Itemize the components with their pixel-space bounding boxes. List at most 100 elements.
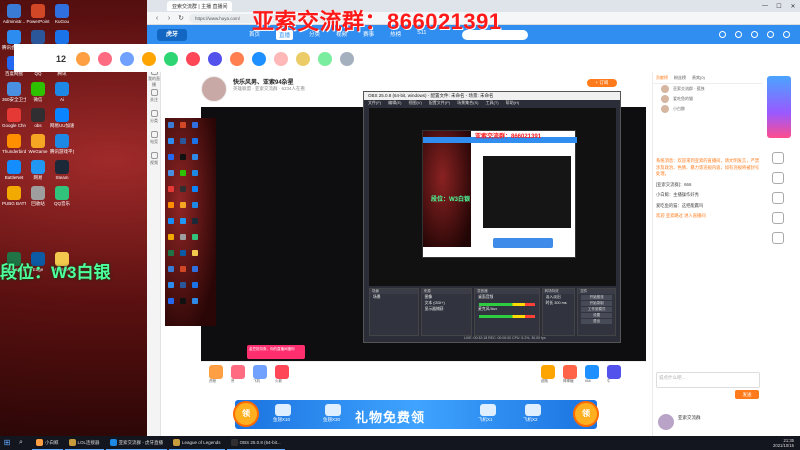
gift-icon[interactable] <box>253 365 267 379</box>
gift-icon[interactable] <box>231 365 245 379</box>
taskbar-app[interactable]: LOL连接器 <box>64 436 104 450</box>
desktop-icon[interactable]: 腾讯游戏平台 <box>50 134 74 154</box>
activity-icon[interactable] <box>120 52 135 66</box>
activity-icon[interactable] <box>340 52 355 66</box>
activity-icon[interactable] <box>186 52 201 66</box>
desktop-icon[interactable]: Administr... <box>2 4 26 24</box>
activity-icon[interactable] <box>274 52 289 66</box>
obs-control-button[interactable]: 开始录制 <box>581 301 612 306</box>
obs-menu-item[interactable]: 场景集合(S) <box>457 100 478 105</box>
streamer-avatar[interactable] <box>201 76 227 102</box>
obs-menu-item[interactable]: 文件(F) <box>368 100 381 105</box>
desktop-icon[interactable]: KuGou <box>50 4 74 24</box>
maximize-icon[interactable]: ☐ <box>772 3 786 10</box>
scene-item[interactable]: 场景 <box>370 294 418 300</box>
gift-icon[interactable] <box>275 365 289 379</box>
activity-icon[interactable] <box>98 52 113 66</box>
desktop-icon[interactable]: PUBG BATTLEGR... <box>2 186 26 206</box>
taskbar-app[interactable]: OBS 25.0.8 (64-bit... <box>226 436 285 450</box>
desktop-icon[interactable]: Ai <box>50 82 74 102</box>
transition-item[interactable]: 时长 300 ms <box>543 300 575 306</box>
history-icon[interactable] <box>719 31 726 38</box>
siderail-item[interactable]: 关注 <box>147 86 161 107</box>
desktop-icon[interactable]: PowerPoint <box>26 4 50 24</box>
gift-icon[interactable] <box>772 172 784 184</box>
desktop-icon[interactable]: 回收站 <box>26 186 50 206</box>
taskbar-app[interactable]: 小白鲸 <box>32 436 63 450</box>
desktop-icon[interactable]: Steam <box>50 160 74 180</box>
refresh-icon[interactable]: ↻ <box>177 14 185 22</box>
siderail-item[interactable]: 电竞 <box>147 128 161 149</box>
taskbar-app[interactable]: League of Legends <box>169 436 225 450</box>
obs-control-button[interactable]: 工作室模式 <box>581 307 612 312</box>
gift-icon[interactable] <box>209 365 223 379</box>
gift-icon[interactable] <box>541 365 555 379</box>
activity-icon[interactable] <box>252 52 267 66</box>
gift-icon[interactable] <box>585 365 599 379</box>
siderail-item[interactable]: 视频 <box>147 149 161 170</box>
coin-right-icon[interactable]: 领 <box>573 401 599 427</box>
activity-icon[interactable] <box>296 52 311 66</box>
system-tray[interactable]: 21:35 2021/10/15 <box>773 438 800 448</box>
browser-tab[interactable]: 亚索交流群 | 主播 直播间 <box>167 1 233 11</box>
desktop-icon[interactable]: Google Chrome <box>2 108 26 128</box>
close-icon[interactable]: ✕ <box>786 3 800 10</box>
ranking-row[interactable]: 小白鲸 <box>653 104 762 114</box>
activity-icon[interactable] <box>230 52 245 66</box>
settings-icon[interactable] <box>772 232 784 244</box>
send-button[interactable]: 发送 <box>735 390 759 399</box>
activity-icon[interactable] <box>318 52 333 66</box>
obs-control-button[interactable]: 开始推流 <box>581 295 612 300</box>
desktop-icon[interactable]: 网易 <box>26 160 50 180</box>
taskbar-app[interactable]: 亚索交流群 - 虎牙直播 <box>105 436 168 450</box>
start-icon[interactable]: ⊞ <box>0 436 14 450</box>
desktop-icon[interactable]: QQ音乐 <box>50 186 74 206</box>
share-icon[interactable] <box>772 152 784 164</box>
avatar[interactable] <box>783 31 790 38</box>
forward-icon[interactable]: › <box>165 15 173 22</box>
siderail-item[interactable]: 分类 <box>147 107 161 128</box>
obs-menu-item[interactable]: 帮助(H) <box>506 100 520 105</box>
gift-icon[interactable] <box>563 365 577 379</box>
side-ad[interactable] <box>767 76 791 138</box>
obs-control-button[interactable]: 设置 <box>581 313 612 318</box>
obs-preview[interactable]: 段位：W3白银 亚索交流群：866021391 <box>369 108 616 286</box>
message-icon[interactable] <box>767 31 774 38</box>
follow-icon[interactable] <box>735 31 742 38</box>
star-icon[interactable] <box>772 192 784 204</box>
desktop-icon[interactable]: 360安全卫士 <box>2 82 26 102</box>
obs-menu-item[interactable]: 视图(V) <box>408 100 421 105</box>
desktop-icon[interactable]: BattleNet <box>2 160 26 180</box>
back-icon[interactable]: ‹ <box>153 15 161 22</box>
ranking-row[interactable]: 爱吃鱼的猫 <box>653 94 762 104</box>
free-gift-banner[interactable]: 领 领 礼物免费领 鱼翅X10 鱼翅X30 飞机X1 飞机X2 <box>233 400 599 429</box>
activity-icon[interactable] <box>164 52 179 66</box>
coin-left-icon[interactable]: 领 <box>233 401 259 427</box>
chat-tab[interactable]: 粉丝榜 <box>674 75 686 83</box>
task-icon[interactable] <box>772 212 784 224</box>
chat-input[interactable]: 说点什么吧… <box>656 372 760 388</box>
search-icon[interactable]: ⌕ <box>14 439 28 447</box>
activity-icon[interactable] <box>142 52 157 66</box>
obs-menu-item[interactable]: 配置文件(P) <box>429 100 450 105</box>
desktop-icon[interactable]: Thunderbird <box>2 134 26 154</box>
site-logo[interactable]: 虎牙 <box>157 28 187 41</box>
activity-icon[interactable] <box>208 52 223 66</box>
user-card[interactable]: 亚索交流群 <box>656 412 760 434</box>
desktop-icon[interactable]: WeGame <box>26 134 50 154</box>
obs-menu-item[interactable]: 编辑(E) <box>388 100 401 105</box>
subscribe-button[interactable]: + 订阅 <box>587 79 617 87</box>
desktop-icon[interactable]: obs <box>26 108 50 128</box>
desktop-icon[interactable]: 微信 <box>26 82 50 102</box>
obs-control-button[interactable]: 退出 <box>581 319 612 324</box>
download-icon[interactable] <box>751 31 758 38</box>
chat-tab[interactable]: 贡献榜 <box>656 75 668 83</box>
promo-popup[interactable]: 金豆抵扣券，你的直播间福利 <box>247 345 305 359</box>
activity-icon[interactable] <box>76 52 91 66</box>
obs-menu-item[interactable]: 工具(T) <box>485 100 498 105</box>
source-item[interactable]: 显示器捕获 <box>422 306 472 312</box>
chat-tab[interactable]: 贵宾(0) <box>692 75 705 83</box>
gift-icon[interactable] <box>607 365 621 379</box>
desktop-icon[interactable]: 网易UU加速器 <box>50 108 74 128</box>
minimize-icon[interactable]: — <box>758 3 772 9</box>
